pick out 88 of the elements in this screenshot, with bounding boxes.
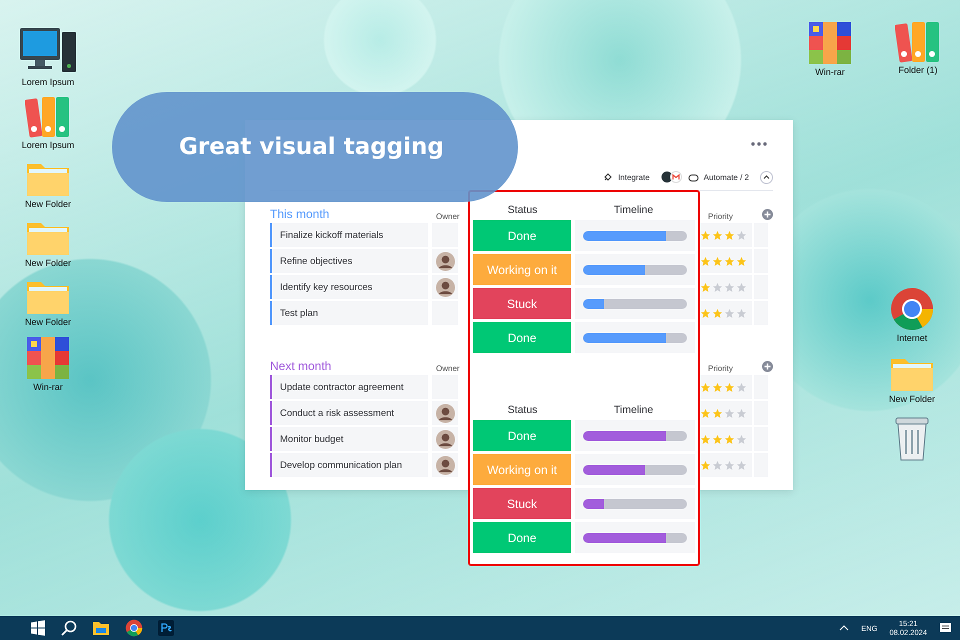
- task-cell[interactable]: Update contractor agreement: [270, 375, 428, 399]
- task-cell[interactable]: Finalize kickoff materials: [270, 223, 428, 247]
- task-cell[interactable]: Develop communication plan: [270, 453, 428, 477]
- icon-label: New Folder: [24, 258, 71, 268]
- archive-icon[interactable]: [25, 335, 71, 381]
- task-cell[interactable]: Identify key resources: [270, 275, 428, 299]
- task-cell[interactable]: Refine objectives: [270, 249, 428, 273]
- icon-label: Win-rar: [815, 67, 845, 77]
- star-icon[interactable]: [712, 308, 723, 318]
- binders-icon[interactable]: [25, 95, 71, 139]
- star-icon[interactable]: [700, 308, 711, 318]
- start-icon[interactable]: [30, 620, 46, 636]
- banner-title: Great visual tagging: [179, 134, 444, 160]
- task-cell[interactable]: Monitor budget: [270, 427, 428, 451]
- star-icon[interactable]: [724, 382, 735, 392]
- timeline-bar[interactable]: [583, 264, 688, 274]
- star-icon[interactable]: [724, 230, 735, 240]
- timeline-bar[interactable]: [583, 464, 688, 474]
- star-icon[interactable]: [736, 256, 747, 266]
- icon-label: New Folder: [888, 394, 935, 404]
- add-column-icon[interactable]: [762, 361, 773, 372]
- star-icon[interactable]: [712, 382, 723, 392]
- star-icon[interactable]: [700, 408, 711, 418]
- group-title[interactable]: Next month: [270, 359, 436, 373]
- browser-icon[interactable]: [125, 619, 143, 637]
- star-icon[interactable]: [724, 308, 735, 318]
- star-icon[interactable]: [736, 382, 747, 392]
- star-icon[interactable]: [712, 282, 723, 292]
- folder-icon[interactable]: [92, 620, 110, 636]
- timeline-bar[interactable]: [583, 298, 688, 308]
- star-icon[interactable]: [736, 308, 747, 318]
- icon-label: New Folder: [24, 199, 71, 209]
- star-icon[interactable]: [724, 256, 735, 266]
- star-icon[interactable]: [700, 256, 711, 266]
- star-icon[interactable]: [700, 382, 711, 392]
- more-icon[interactable]: [751, 142, 767, 146]
- star-icon[interactable]: [736, 434, 747, 444]
- icon-label: Lorem Ipsum: [22, 77, 74, 87]
- binders-icon[interactable]: [895, 20, 941, 64]
- star-icon[interactable]: [736, 230, 747, 240]
- column-header: Status: [506, 404, 538, 416]
- chevron-up-icon[interactable]: [839, 625, 850, 631]
- star-icon[interactable]: [712, 256, 723, 266]
- timeline-bar[interactable]: [583, 532, 688, 542]
- column-header: Owner: [436, 364, 461, 373]
- icon-label: Win-rar: [33, 382, 63, 392]
- star-icon[interactable]: [724, 282, 735, 292]
- icon-label: Folder (1): [898, 65, 938, 75]
- photo-editor-icon[interactable]: [158, 620, 174, 636]
- star-icon[interactable]: [736, 460, 747, 470]
- star-icon[interactable]: [700, 282, 711, 292]
- collapse-icon[interactable]: [760, 170, 773, 184]
- add-column-icon[interactable]: [762, 209, 773, 220]
- task-cell[interactable]: Test plan: [270, 301, 428, 325]
- star-icon[interactable]: [700, 460, 711, 470]
- star-icon[interactable]: [736, 282, 747, 292]
- icon-label: Internet: [896, 333, 928, 343]
- column-header: Status: [506, 204, 538, 216]
- column-header: Priority: [707, 212, 734, 221]
- star-icon[interactable]: [712, 460, 723, 470]
- icon-label: Lorem Ipsum: [22, 140, 74, 150]
- task-cell[interactable]: Conduct a risk assessment: [270, 401, 428, 425]
- star-icon[interactable]: [712, 408, 723, 418]
- status-label[interactable]: Stuck: [473, 488, 572, 519]
- star-icon[interactable]: [712, 230, 723, 240]
- star-icon[interactable]: [724, 434, 735, 444]
- notification-icon[interactable]: [939, 622, 952, 634]
- timeline-bar[interactable]: [583, 332, 688, 342]
- automate-label[interactable]: Automate / 2: [704, 172, 749, 182]
- search-icon[interactable]: [61, 620, 77, 636]
- column-header: Timeline: [612, 204, 654, 216]
- column-header: Priority: [707, 364, 734, 373]
- column-header: Timeline: [612, 404, 654, 416]
- star-icon[interactable]: [700, 434, 711, 444]
- integrate-label[interactable]: Integrate: [618, 172, 650, 182]
- icon-label: New Folder: [24, 317, 71, 327]
- timeline-bar[interactable]: [583, 230, 688, 240]
- column-header: Owner: [436, 212, 461, 221]
- status-label[interactable]: Stuck: [473, 288, 572, 319]
- star-icon[interactable]: [724, 460, 735, 470]
- star-icon[interactable]: [724, 408, 735, 418]
- timeline-bar[interactable]: [583, 430, 688, 440]
- star-icon[interactable]: [712, 434, 723, 444]
- app-logos-icon[interactable]: [660, 171, 683, 183]
- timeline-bar[interactable]: [583, 498, 688, 508]
- star-icon[interactable]: [700, 230, 711, 240]
- archive-icon[interactable]: [807, 20, 853, 66]
- star-icon[interactable]: [736, 408, 747, 418]
